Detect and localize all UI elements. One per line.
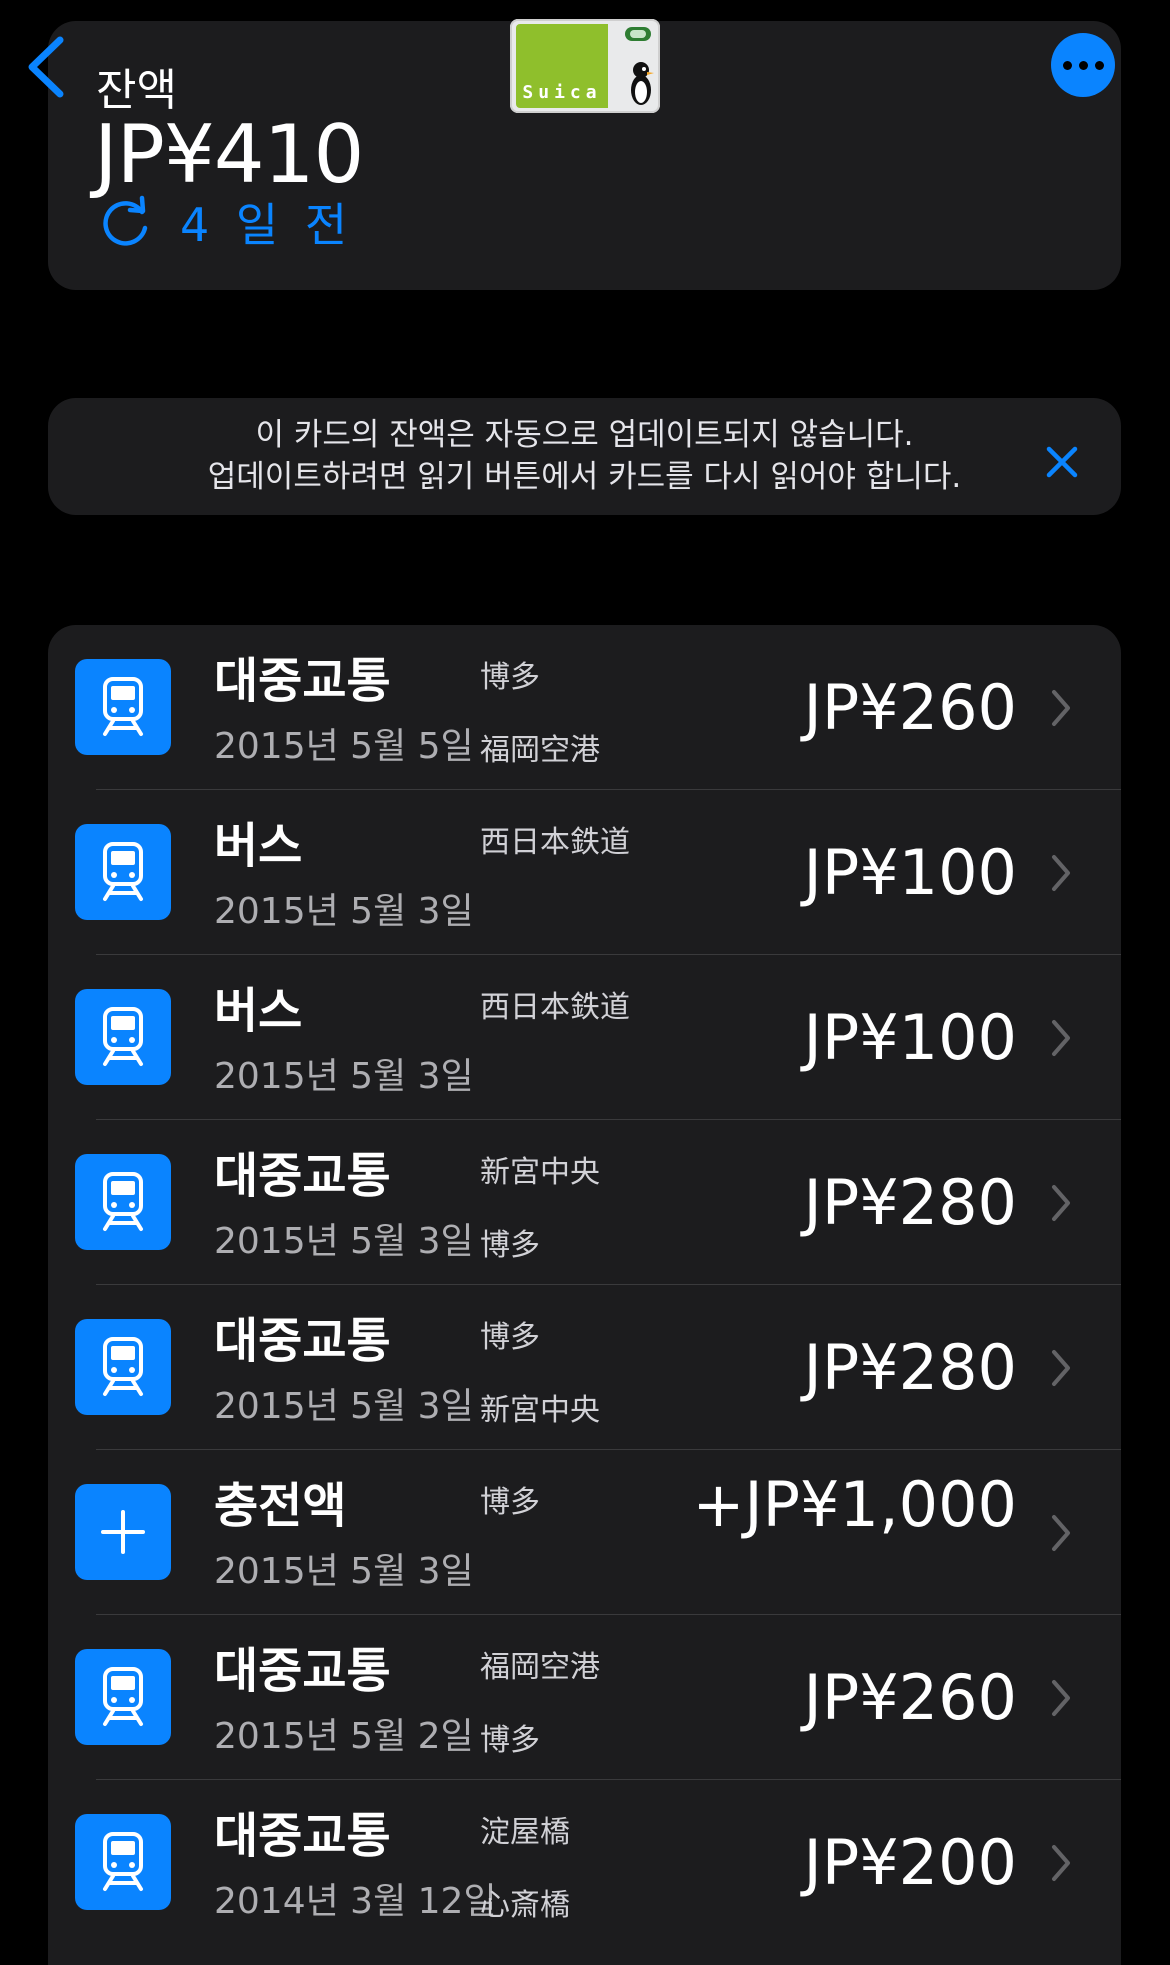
more-dot-icon — [1063, 61, 1072, 70]
transaction-date: 2014년 3월 12일 — [214, 1881, 497, 1922]
transaction-station-from: 淀屋橋 — [480, 1815, 570, 1850]
transaction-row[interactable]: 충전액 2015년 5월 3일 博多 +JP¥1,000 — [48, 1450, 1121, 1615]
transaction-row[interactable]: 대중교통 2015년 5월 3일 博多新宮中央 JP¥280 — [48, 1285, 1121, 1450]
transaction-date: 2015년 5월 3일 — [214, 1551, 474, 1592]
refresh-icon — [103, 195, 148, 246]
transaction-station-to: 心斎橋 — [480, 1888, 570, 1923]
transaction-station-from: 博多 — [480, 1485, 540, 1520]
transaction-amount: +JP¥1,000 — [692, 1468, 1017, 1541]
chevron-right-icon — [1052, 855, 1070, 891]
balance-notice-banner: 이 카드의 잔액은 자동으로 업데이트되지 않습니다. 업데이트하려면 읽기 버… — [48, 398, 1121, 515]
transaction-title: 충전액 — [214, 1478, 347, 1534]
transaction-row[interactable]: 대중교통 2015년 5월 5일 博多福岡空港 JP¥260 — [48, 625, 1121, 790]
transaction-date: 2015년 5월 3일 — [214, 891, 474, 932]
transaction-amount: JP¥200 — [803, 1826, 1017, 1899]
notice-line-2: 업데이트하려면 읽기 버튼에서 카드를 다시 읽어야 합니다. — [207, 459, 962, 495]
balance-amount: JP¥410 — [94, 108, 364, 201]
transaction-list: 대중교통 2015년 5월 5일 博多 福岡空港 JP¥260 버스 2015년 5월 3일… — [48, 625, 1121, 1965]
transaction-date: 2015년 5월 3일 — [214, 1056, 474, 1097]
transaction-station-from: 博多 — [480, 660, 540, 695]
plus-icon — [75, 1484, 171, 1580]
transaction-title: 대중교통 — [214, 1148, 391, 1204]
transaction-row[interactable]: 버스 2015년 5월 3일 西日本鉄道 JP¥100 — [48, 790, 1121, 955]
chevron-right-icon — [1052, 1020, 1070, 1056]
transaction-amount: JP¥100 — [803, 1001, 1017, 1074]
last-updated-text: 4 일 전 — [180, 198, 354, 252]
train-icon — [75, 1649, 171, 1745]
transaction-date: 2015년 5월 5일 — [214, 726, 474, 767]
train-icon — [75, 824, 171, 920]
transaction-amount: JP¥260 — [803, 671, 1017, 744]
transaction-row[interactable]: 대중교통 2015년 5월 3일 新宮中央博多 JP¥280 — [48, 1120, 1121, 1285]
transaction-title: 대중교통 — [214, 1313, 391, 1369]
chevron-right-icon — [1052, 1680, 1070, 1716]
more-options-button[interactable] — [1051, 33, 1115, 97]
chevron-right-icon — [1052, 1350, 1070, 1386]
card-name: Suica — [522, 82, 602, 103]
transaction-station-to: 博多 — [480, 1228, 540, 1263]
transaction-title: 대중교통 — [214, 1808, 391, 1864]
transaction-station-from: 西日本鉄道 — [480, 990, 630, 1025]
transaction-title: 버스 — [214, 983, 303, 1039]
train-icon — [75, 659, 171, 755]
close-icon[interactable] — [1044, 444, 1080, 480]
more-dot-icon — [1095, 61, 1104, 70]
more-dot-icon — [1079, 61, 1088, 70]
train-icon — [75, 989, 171, 1085]
transaction-station-to: 福岡空港 — [480, 733, 600, 768]
transaction-station-from: 新宮中央 — [480, 1155, 600, 1190]
transaction-title: 대중교통 — [214, 1643, 391, 1699]
transaction-station-to: 新宮中央 — [480, 1393, 600, 1428]
transaction-date: 2015년 5월 3일 — [214, 1386, 474, 1427]
notice-line-1: 이 카드의 잔액은 자동으로 업데이트되지 않습니다. — [255, 417, 914, 453]
transaction-station-to: 博多 — [480, 1723, 540, 1758]
transaction-date: 2015년 5월 2일 — [214, 1716, 474, 1757]
train-icon — [75, 1154, 171, 1250]
transaction-row[interactable]: 대중교통 2014년 3월 12일 淀屋橋心斎橋 JP¥200 — [48, 1780, 1121, 1945]
chevron-right-icon — [1052, 690, 1070, 726]
penguin-icon — [631, 62, 654, 105]
back-chevron-icon[interactable] — [22, 34, 72, 100]
transaction-amount: JP¥280 — [803, 1331, 1017, 1404]
transaction-station-from: 博多 — [480, 1320, 540, 1355]
transaction-row[interactable]: 대중교통 2015년 5월 2일 福岡空港博多 JP¥260 — [48, 1615, 1121, 1780]
transaction-row[interactable]: 버스 2015년 5월 3일 西日本鉄道 JP¥100 — [48, 955, 1121, 1120]
chevron-right-icon — [1052, 1515, 1070, 1551]
train-icon — [75, 1319, 171, 1415]
notice-text: 이 카드의 잔액은 자동으로 업데이트되지 않습니다. 업데이트하려면 읽기 버… — [48, 414, 1121, 498]
transaction-amount: JP¥100 — [803, 836, 1017, 909]
chevron-right-icon — [1052, 1185, 1070, 1221]
transaction-date: 2015년 5월 3일 — [214, 1221, 474, 1262]
transaction-station-from: 福岡空港 — [480, 1650, 600, 1685]
transaction-amount: JP¥260 — [803, 1661, 1017, 1734]
ic-logo-icon — [625, 27, 651, 41]
transaction-title: 대중교통 — [214, 653, 391, 709]
transaction-amount: JP¥280 — [803, 1166, 1017, 1239]
suica-card-thumbnail[interactable]: Suica — [510, 19, 660, 113]
transaction-title: 버스 — [214, 818, 303, 874]
refresh-button[interactable]: 4 일 전 — [98, 192, 353, 252]
chevron-right-icon — [1052, 1845, 1070, 1881]
train-icon — [75, 1814, 171, 1910]
transaction-station-from: 西日本鉄道 — [480, 825, 630, 860]
